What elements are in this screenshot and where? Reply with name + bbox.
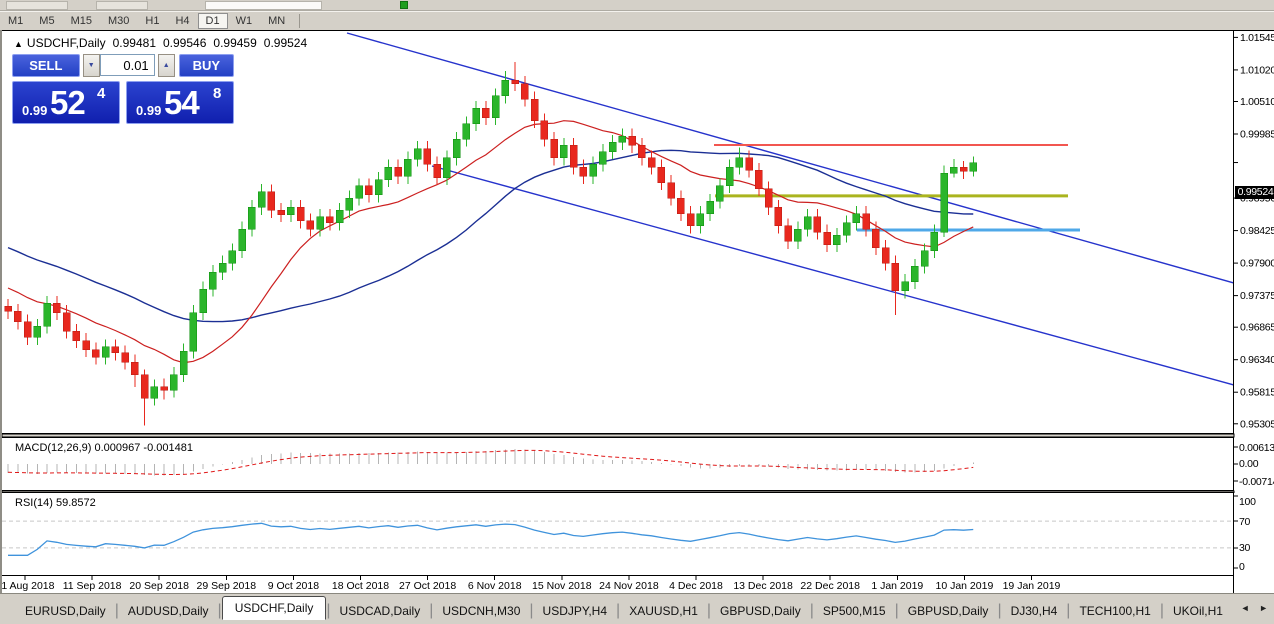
spin-down-icon: ▼ — [88, 62, 95, 69]
ohlc-low: 0.99459 — [213, 36, 256, 50]
svg-text:1.01545: 1.01545 — [1240, 32, 1274, 44]
buy-order-icon — [400, 1, 408, 9]
rsi-axis-0: 0 — [1239, 561, 1245, 573]
top-toolbar-strip — [0, 0, 1274, 11]
rsi-axis-30: 30 — [1239, 542, 1250, 554]
ohlc-close: 0.99524 — [264, 36, 307, 50]
ohlc-open: 0.99481 — [113, 36, 156, 50]
tab-usdchf-daily[interactable]: USDCHF,Daily — [222, 596, 327, 620]
timeframe-h1[interactable]: H1 — [137, 13, 167, 29]
tab-audusd-daily[interactable]: AUDUSD,Daily — [119, 601, 218, 621]
volume-decrease-button[interactable]: ▼ — [83, 54, 100, 77]
timeframe-m1[interactable]: M1 — [0, 13, 31, 29]
toolbar-separator — [299, 14, 300, 28]
svg-text:6 Nov 2018: 6 Nov 2018 — [468, 580, 522, 592]
svg-text:1 Jan 2019: 1 Jan 2019 — [871, 580, 923, 592]
rsi-indicator-label: RSI(14) 59.8572 — [15, 497, 96, 509]
svg-text:4 Dec 2018: 4 Dec 2018 — [669, 580, 723, 592]
macd-axis-zero: 0.00 — [1239, 458, 1258, 470]
svg-text:0.95815: 0.95815 — [1240, 387, 1274, 399]
svg-text:0.96865: 0.96865 — [1240, 322, 1274, 334]
tab-scroll-buttons: ◄ ► — [1234, 603, 1268, 613]
chart-window: 1.015451.010201.005100.999850.989500.984… — [0, 30, 1274, 593]
timeframe-w1[interactable]: W1 — [228, 13, 261, 29]
timeframe-m5[interactable]: M5 — [31, 13, 62, 29]
timeframe-mn[interactable]: MN — [260, 13, 293, 29]
tab-scroll-right-icon[interactable]: ► — [1259, 603, 1268, 613]
svg-text:24 Nov 2018: 24 Nov 2018 — [599, 580, 659, 592]
collapse-panel-icon[interactable]: ▲ — [14, 39, 23, 49]
svg-text:27 Oct 2018: 27 Oct 2018 — [399, 580, 456, 592]
sell-price-prefix: 0.99 — [22, 103, 47, 118]
volume-input[interactable]: 0.01 — [100, 54, 155, 76]
chart-header: ▲ USDCHF,Daily 0.99481 0.99546 0.99459 0.9952… — [14, 36, 307, 50]
current-price-tag: 0.99524 — [1235, 186, 1274, 199]
tab-gbpusd-daily[interactable]: GBPUSD,Daily — [711, 601, 810, 621]
tab-sp500-m15[interactable]: SP500,M15 — [814, 601, 895, 621]
timeframe-m30[interactable]: M30 — [100, 13, 137, 29]
svg-text:0.96340: 0.96340 — [1240, 354, 1274, 366]
svg-text:10 Jan 2019: 10 Jan 2019 — [935, 580, 993, 592]
timeframe-m15[interactable]: M15 — [63, 13, 100, 29]
date-axis: 31 Aug 2018 11 Sep 2018 20 Sep 2018 29 Sep … — [2, 576, 1061, 592]
svg-text:29 Sep 2018: 29 Sep 2018 — [197, 580, 257, 592]
toolbar-fragment — [96, 1, 148, 10]
sell-price-big: 52 — [50, 84, 85, 122]
toolbar-field-fragment — [205, 1, 322, 10]
macd-indicator-label: MACD(12,26,9) 0.000967 -0.001481 — [15, 442, 193, 454]
tab-usdcad-daily[interactable]: USDCAD,Daily — [331, 601, 430, 621]
macd-axis-min: -0.007142 — [1239, 476, 1274, 488]
sell-price-button[interactable]: 0.99 52 4 — [12, 81, 120, 124]
tab-ukoil-h1[interactable]: UKOil,H1 — [1164, 601, 1232, 621]
buy-price-pip: 8 — [213, 85, 221, 102]
svg-text:31 Aug 2018: 31 Aug 2018 — [2, 580, 55, 592]
sell-price-pip: 4 — [97, 85, 105, 102]
tab-xauusd-h1[interactable]: XAUUSD,H1 — [620, 601, 707, 621]
svg-text:0.97375: 0.97375 — [1240, 290, 1274, 302]
macd-axis-max: 0.006137 — [1239, 442, 1274, 454]
tab-tech100-h1[interactable]: TECH100,H1 — [1070, 601, 1159, 621]
svg-text:9 Oct 2018: 9 Oct 2018 — [268, 580, 320, 592]
svg-text:20 Sep 2018: 20 Sep 2018 — [129, 580, 189, 592]
timeframe-h4[interactable]: H4 — [167, 13, 197, 29]
buy-price-big: 54 — [164, 84, 199, 122]
rsi-axis-100: 100 — [1239, 496, 1256, 508]
buy-button[interactable]: BUY — [179, 54, 234, 77]
tab-dj30-h4[interactable]: DJ30,H4 — [1002, 601, 1067, 621]
svg-text:13 Dec 2018: 13 Dec 2018 — [733, 580, 793, 592]
rsi-axis-70: 70 — [1239, 516, 1250, 528]
one-click-trade-panel: SELL ▼ 0.01 ▲ BUY 0.99 52 4 0.99 54 8 — [12, 54, 234, 124]
svg-text:1.00510: 1.00510 — [1240, 96, 1274, 108]
tab-eurusd-daily[interactable]: EURUSD,Daily — [16, 601, 115, 621]
timeframe-toolbar: M1M5M15M30H1H4D1W1MN — [0, 11, 1274, 31]
svg-text:19 Jan 2019: 19 Jan 2019 — [1003, 580, 1061, 592]
spin-up-icon: ▲ — [163, 62, 170, 69]
tab-usdcnh-m30[interactable]: USDCNH,M30 — [433, 601, 529, 621]
toolbar-fragment — [6, 1, 68, 10]
svg-text:15 Nov 2018: 15 Nov 2018 — [532, 580, 592, 592]
svg-text:11 Sep 2018: 11 Sep 2018 — [63, 580, 122, 592]
tab-scroll-left-icon[interactable]: ◄ — [1241, 603, 1250, 613]
svg-text:0.99985: 0.99985 — [1240, 129, 1274, 141]
volume-increase-button[interactable]: ▲ — [158, 54, 175, 77]
svg-text:1.01020: 1.01020 — [1240, 64, 1274, 76]
ohlc-high: 0.99546 — [163, 36, 206, 50]
sell-button[interactable]: SELL — [12, 54, 80, 77]
chart-symbol-title: USDCHF,Daily — [27, 36, 106, 50]
svg-text:0.95305: 0.95305 — [1240, 418, 1274, 430]
svg-text:0.98425: 0.98425 — [1240, 225, 1274, 237]
svg-text:18 Oct 2018: 18 Oct 2018 — [332, 580, 389, 592]
buy-price-button[interactable]: 0.99 54 8 — [126, 81, 234, 124]
buy-price-prefix: 0.99 — [136, 103, 161, 118]
chart-tab-bar: ◄ ► EURUSD,Daily|AUDUSD,Daily|USDCHF,Dai… — [0, 593, 1274, 624]
timeframe-d1[interactable]: D1 — [198, 13, 228, 29]
tab-usdjpy-h4[interactable]: USDJPY,H4 — [534, 601, 616, 621]
svg-text:0.97900: 0.97900 — [1240, 258, 1274, 270]
tab-gbpusd-daily[interactable]: GBPUSD,Daily — [899, 601, 998, 621]
svg-text:22 Dec 2018: 22 Dec 2018 — [800, 580, 860, 592]
